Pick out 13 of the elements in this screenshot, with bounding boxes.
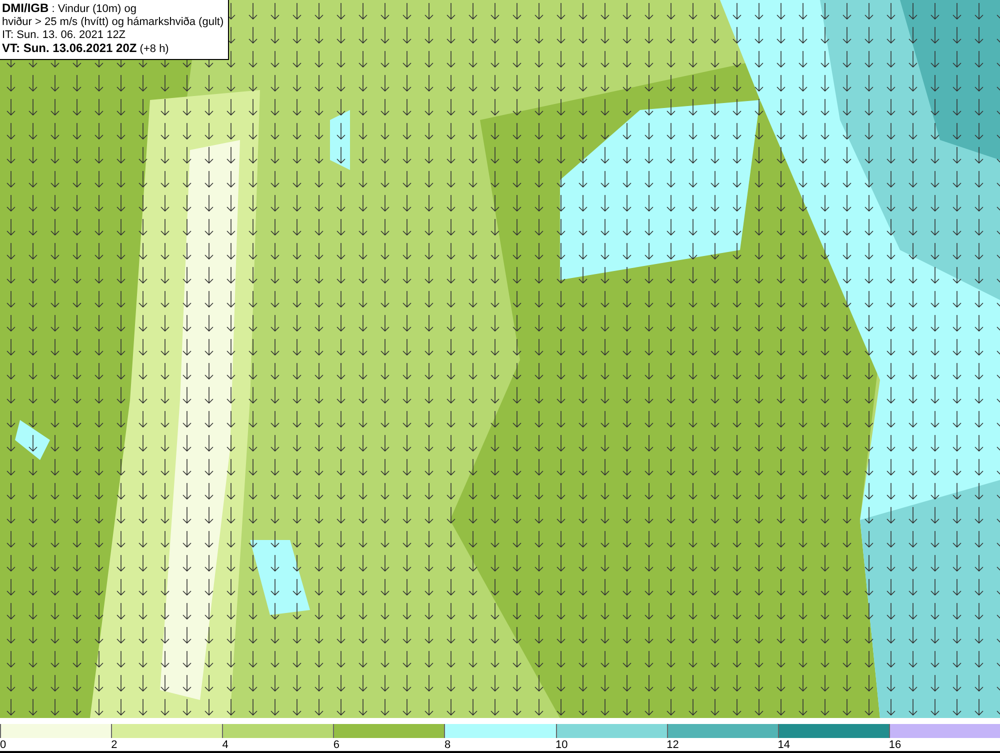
legend-label: 12 — [666, 738, 679, 751]
legend-label: 8 — [444, 738, 451, 751]
header-text: hviður > 25 m/s (hvítt) og hámarkshviða (gult) — [2, 16, 224, 29]
header-text: IT: Sun. 13. 06. 2021 12Z — [2, 29, 127, 42]
legend-label: 4 — [222, 738, 228, 751]
legend-label: 16 — [888, 738, 902, 751]
legend-label: 2 — [111, 738, 118, 751]
legend-label: 14 — [778, 738, 790, 751]
legend-label: 10 — [556, 738, 568, 751]
header-text: DMI/IGB : Vindur (10m) og — [2, 2, 138, 16]
header-text: VT: Sun. 13.06.2021 20Z (+8 h) — [2, 42, 170, 56]
legend-label: 0 — [0, 738, 6, 751]
legend-label: 6 — [333, 738, 340, 751]
